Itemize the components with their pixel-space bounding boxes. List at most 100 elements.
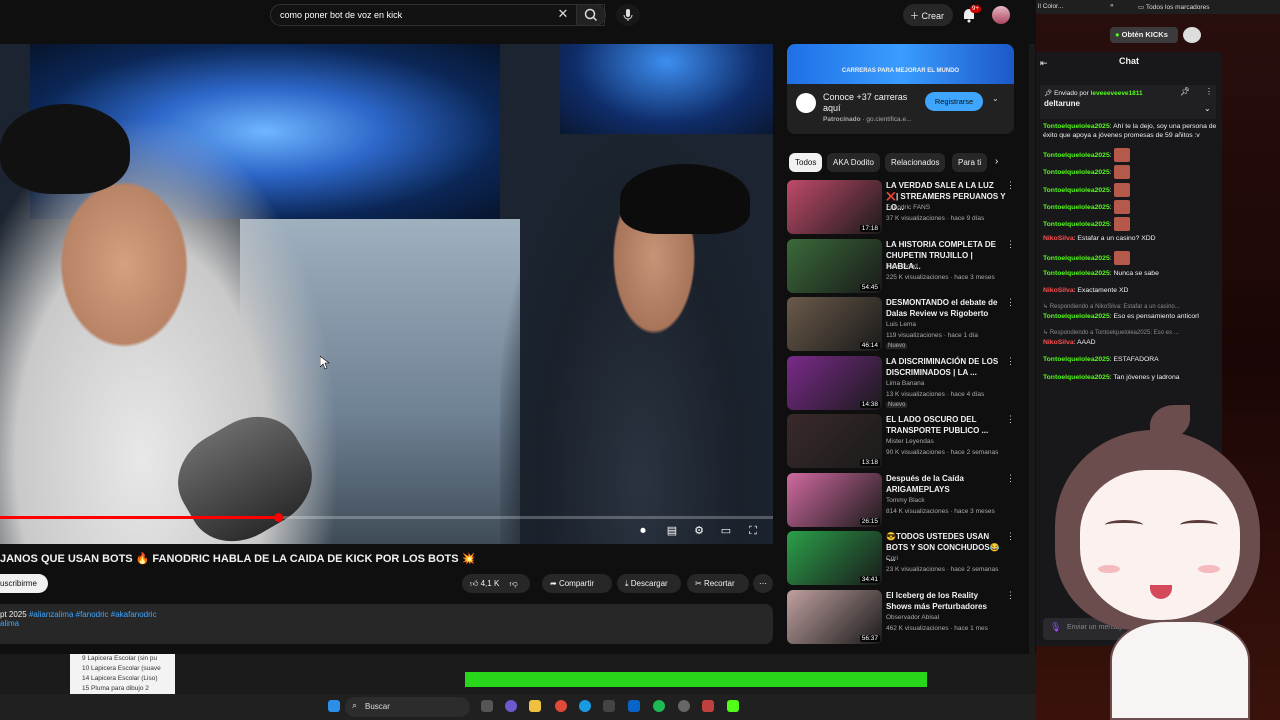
channel-name[interactable]: Mister Leyendas <box>886 438 1011 445</box>
reply-reference[interactable]: ↳ Respondiendo a Tontoelquelolea2025: Es… <box>1043 329 1218 338</box>
bookmark-item[interactable]: ll Color... <box>1038 3 1063 10</box>
like-dislike-group[interactable]: 👍︎ 4,1 K 👎︎ <box>462 574 530 593</box>
recommended-video[interactable]: 54:45 LA HISTORIA COMPLETA DE CHUPETIN TR… <box>787 238 1027 295</box>
thumbs-down-icon[interactable]: 👎︎ <box>510 579 518 588</box>
reply-reference[interactable]: ↳ Respondiendo a NikoSilva: Estafar a un… <box>1043 303 1218 312</box>
chat-message[interactable]: Tontoelquelolea2025: Tan jóvenes y ladro… <box>1043 373 1218 382</box>
recommended-video[interactable]: 26:15 Después de la Caída ARIGAMEPLAYS Tom… <box>787 472 1027 529</box>
video-thumbnail[interactable]: 54:45 <box>787 238 882 293</box>
app-icon-9[interactable] <box>702 700 714 712</box>
taskbar-search[interactable]: Buscar <box>345 697 470 717</box>
channel-name[interactable]: Todo Good <box>886 263 1011 270</box>
account-avatar[interactable] <box>992 6 1010 24</box>
recommended-video[interactable]: 13:18 EL LADO OSCURO DEL TRANSPORTE PUBLI… <box>787 414 1027 470</box>
chat-message[interactable]: Tontoelquelolea2025: <box>1043 148 1218 163</box>
recommended-video-title[interactable]: El Iceberg de los Reality Shows más Pert… <box>886 590 1006 612</box>
chat-message[interactable]: Tontoelquelolea2025: <box>1043 199 1218 214</box>
channel-name[interactable]: Lima Banana <box>886 380 1011 387</box>
chat-message[interactable]: Tontoelquelolea2025: Ahí te la dejo, soy… <box>1043 122 1218 140</box>
chat-message[interactable]: Tontoelquelolea2025: <box>1043 182 1218 197</box>
chat-username[interactable]: Tontoelquelolea2025 <box>1043 255 1110 262</box>
ad-banner[interactable]: CARRERAS PARA MEJORAR EL MUNDO <box>787 44 1014 84</box>
chat-message[interactable]: ↳ Respondiendo a NikoSilva: Estafar a un… <box>1043 303 1218 321</box>
get-kicks-button[interactable]: ● Obtén KICKs <box>1110 27 1178 43</box>
all-bookmarks[interactable]: ▭ Todos los marcadores <box>1138 3 1209 11</box>
recommended-video-title[interactable]: LA DISCRIMINACIÓN DE LOS DISCRIMINADOS |… <box>886 356 1006 378</box>
recommended-video-title[interactable]: EL LADO OSCURO DEL TRANSPORTE PUBLICO ..… <box>886 414 1006 436</box>
more-options-icon[interactable]: ⋮ <box>1205 87 1217 99</box>
copilot-icon[interactable] <box>505 700 517 712</box>
channel-name[interactable]: Luis Lema <box>886 321 1011 328</box>
chevron-down-icon[interactable]: ⌄ <box>1204 104 1216 116</box>
chat-username[interactable]: NikoSilva <box>1043 235 1074 242</box>
mic-icon[interactable]: 🎙︎ <box>1050 622 1061 633</box>
recommended-video[interactable]: 34:41 😎TODOS USTEDES USAN BOTS Y SON CONC… <box>787 531 1027 587</box>
more-options-icon[interactable]: ⋮ <box>1006 297 1015 308</box>
video-thumbnail[interactable]: 17:18 <box>787 180 882 234</box>
chip-para-ti[interactable]: Para ti <box>952 153 988 172</box>
chat-username[interactable]: NikoSilva <box>1043 339 1074 346</box>
video-thumbnail[interactable]: 46:14 <box>787 297 882 351</box>
sponsored-ad-card[interactable]: CARRERAS PARA MEJORAR EL MUNDO Conoce +3… <box>787 44 1014 134</box>
chat-username[interactable]: Tontoelquelolea2025 <box>1043 169 1110 176</box>
chat-message[interactable]: Tontoelquelolea2025: <box>1043 251 1218 266</box>
download-button[interactable]: ⤓ Descargar <box>617 574 681 593</box>
chat-username[interactable]: Tontoelquelolea2025 <box>1043 270 1110 277</box>
kick-app-icon[interactable] <box>727 700 739 712</box>
channel-name[interactable]: Observador Abisal <box>886 614 1011 621</box>
thumbs-up-icon[interactable]: 👍︎ <box>470 579 478 588</box>
chip-relacionados[interactable]: Relacionados <box>885 153 946 172</box>
clip-button[interactable]: ✂ Recortar <box>687 574 749 593</box>
chip-todos[interactable]: Todos <box>789 153 823 172</box>
share-button[interactable]: ➦ Compartir <box>542 574 612 593</box>
video-thumbnail[interactable]: 34:41 <box>787 531 882 585</box>
video-thumbnail[interactable]: 26:15 <box>787 472 882 527</box>
more-options-icon[interactable]: ⋮ <box>1006 180 1015 191</box>
store-icon[interactable] <box>603 700 615 712</box>
recommended-video-title[interactable]: DESMONTANDO el debate de Dalas Review vs… <box>886 297 1006 319</box>
spotify-icon[interactable] <box>653 700 665 712</box>
create-button[interactable]: ＋ Crear <box>903 4 953 26</box>
channel-name[interactable]: Cori <box>886 555 1011 562</box>
outlook-icon[interactable] <box>628 700 640 712</box>
chat-message[interactable]: Tontoelquelolea2025: <box>1043 217 1218 231</box>
more-options-icon[interactable]: ⋮ <box>1006 239 1015 250</box>
video-thumbnail[interactable]: 56:37 <box>787 589 882 644</box>
chat-username[interactable]: Tontoelquelolea2025 <box>1043 204 1110 211</box>
edge-icon[interactable] <box>579 700 591 712</box>
chat-message[interactable]: ↳ Respondiendo a Tontoelquelolea2025: Es… <box>1043 329 1218 347</box>
recommended-video[interactable]: 56:37 El Iceberg de los Reality Shows más… <box>787 589 1027 646</box>
chat-username[interactable]: Tontoelquelolea2025 <box>1043 186 1110 193</box>
kick-avatar[interactable] <box>1183 27 1201 43</box>
sidebar-scrollbar[interactable] <box>1029 44 1035 654</box>
chat-message[interactable]: Tontoelquelolea2025: ESTAFADORA <box>1043 355 1218 364</box>
search-input[interactable]: como poner bot de voz en kick <box>270 4 605 26</box>
task-view-icon[interactable] <box>481 700 493 712</box>
search-button[interactable] <box>576 4 606 26</box>
fullscreen-icon[interactable]: ⛶ <box>746 524 760 538</box>
recommended-video-title[interactable]: Después de la Caída ARIGAMEPLAYS <box>886 473 1006 495</box>
file-explorer-icon[interactable] <box>529 700 541 712</box>
chrome-icon[interactable] <box>555 700 567 712</box>
chat-username[interactable]: Tontoelquelolea2025 <box>1043 152 1110 159</box>
video-player[interactable] <box>0 44 773 544</box>
chat-message[interactable]: Tontoelquelolea2025: Nunca se sabe <box>1043 269 1218 278</box>
clear-search-icon[interactable]: ✕ <box>556 7 570 21</box>
more-options-icon[interactable]: ⋮ <box>1006 590 1015 601</box>
video-thumbnail[interactable]: 13:18 <box>787 414 882 468</box>
channel-name[interactable]: Fanodric FANS <box>886 204 1011 211</box>
video-thumbnail[interactable]: 14:38 <box>787 355 882 410</box>
recommended-video[interactable]: 14:38 LA DISCRIMINACIÓN DE LOS DISCRIMINA… <box>787 355 1027 412</box>
chevron-down-icon[interactable]: ⌄ <box>992 94 999 103</box>
theater-mode-icon[interactable]: ▭ <box>719 524 733 538</box>
ad-title[interactable]: Conoce +37 carreras aquí <box>823 92 923 114</box>
chat-message[interactable]: NikoSilva: Estafar a un casino? XDD <box>1043 234 1218 243</box>
more-options-icon[interactable]: ⋮ <box>1006 473 1015 484</box>
description-box[interactable]: pt 2025 #alianzalima #fanodric #akafanod… <box>0 604 773 644</box>
voice-search-button[interactable] <box>616 4 640 26</box>
windows-start-icon[interactable] <box>328 700 340 712</box>
ad-register-button[interactable]: Registrarse <box>925 92 983 111</box>
chat-username[interactable]: Tontoelquelolea2025 <box>1043 313 1110 320</box>
chip-aka-dodito[interactable]: AKA Dodito <box>827 153 880 172</box>
chat-username[interactable]: Tontoelquelolea2025 <box>1043 221 1110 228</box>
